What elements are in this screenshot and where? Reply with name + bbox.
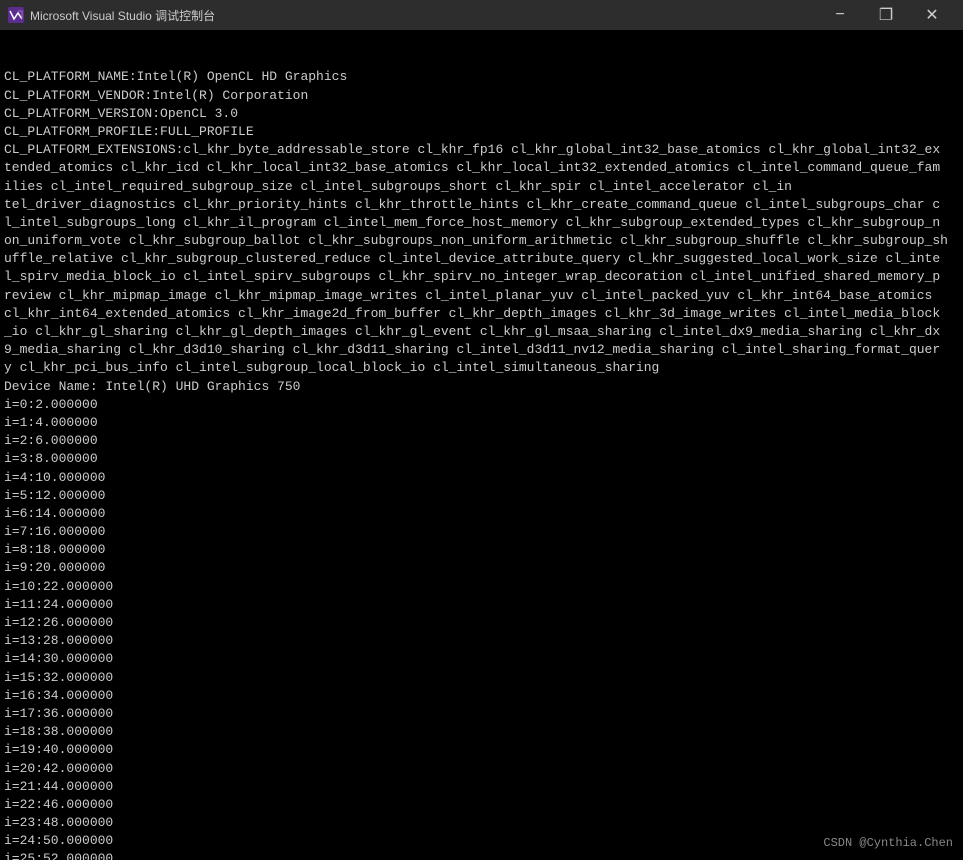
- console-line: i=9:20.000000: [4, 559, 959, 577]
- console-line: i=1:4.000000: [4, 414, 959, 432]
- console-line: uffle_relative cl_khr_subgroup_clustered…: [4, 250, 959, 268]
- console-line: review cl_khr_mipmap_image cl_khr_mipmap…: [4, 287, 959, 305]
- console-line: i=7:16.000000: [4, 523, 959, 541]
- console-line: i=21:44.000000: [4, 778, 959, 796]
- window-controls: − ❐ ✕: [817, 0, 955, 30]
- console-area: CL_PLATFORM_NAME:Intel(R) OpenCL HD Grap…: [0, 30, 963, 860]
- window-title: Microsoft Visual Studio 调试控制台: [30, 7, 215, 24]
- console-line: i=11:24.000000: [4, 596, 959, 614]
- console-line: i=15:32.000000: [4, 669, 959, 687]
- console-line: CL_PLATFORM_NAME:Intel(R) OpenCL HD Grap…: [4, 68, 959, 86]
- console-line: i=23:48.000000: [4, 814, 959, 832]
- console-line: tended_atomics cl_khr_icd cl_khr_local_i…: [4, 159, 959, 177]
- console-line: Device Name: Intel(R) UHD Graphics 750: [4, 378, 959, 396]
- console-line: i=20:42.000000: [4, 760, 959, 778]
- console-line: l_spirv_media_block_io cl_intel_spirv_su…: [4, 268, 959, 286]
- console-line: _io cl_khr_gl_sharing cl_khr_gl_depth_im…: [4, 323, 959, 341]
- console-line: ilies cl_intel_required_subgroup_size cl…: [4, 178, 959, 196]
- console-line: i=4:10.000000: [4, 469, 959, 487]
- console-line: l_intel_subgroups_long cl_khr_il_program…: [4, 214, 959, 232]
- console-line: CL_PLATFORM_PROFILE:FULL_PROFILE: [4, 123, 959, 141]
- console-line: i=24:50.000000: [4, 832, 959, 850]
- console-line: i=16:34.000000: [4, 687, 959, 705]
- console-line: i=17:36.000000: [4, 705, 959, 723]
- console-line: tel_driver_diagnostics cl_khr_priority_h…: [4, 196, 959, 214]
- console-line: i=12:26.000000: [4, 614, 959, 632]
- console-content: CL_PLATFORM_NAME:Intel(R) OpenCL HD Grap…: [0, 30, 963, 860]
- console-line: i=25:52.000000: [4, 850, 959, 860]
- console-line: i=10:22.000000: [4, 578, 959, 596]
- title-bar-left: Microsoft Visual Studio 调试控制台: [8, 7, 215, 24]
- console-line: i=14:30.000000: [4, 650, 959, 668]
- close-button[interactable]: ✕: [909, 0, 955, 30]
- console-line: i=6:14.000000: [4, 505, 959, 523]
- console-line: CL_PLATFORM_EXTENSIONS:cl_khr_byte_addre…: [4, 141, 959, 159]
- console-line: i=0:2.000000: [4, 396, 959, 414]
- console-line: 9_media_sharing cl_khr_d3d10_sharing cl_…: [4, 341, 959, 359]
- console-line: i=2:6.000000: [4, 432, 959, 450]
- vs-logo-icon: [8, 7, 24, 23]
- console-line: i=18:38.000000: [4, 723, 959, 741]
- console-line: i=3:8.000000: [4, 450, 959, 468]
- console-line: i=13:28.000000: [4, 632, 959, 650]
- console-line: CL_PLATFORM_VERSION:OpenCL 3.0: [4, 105, 959, 123]
- console-line: cl_khr_int64_extended_atomics cl_khr_ima…: [4, 305, 959, 323]
- console-line: CL_PLATFORM_VENDOR:Intel(R) Corporation: [4, 87, 959, 105]
- console-line: on_uniform_vote cl_khr_subgroup_ballot c…: [4, 232, 959, 250]
- console-line: i=8:18.000000: [4, 541, 959, 559]
- minimize-button[interactable]: −: [817, 0, 863, 30]
- restore-button[interactable]: ❐: [863, 0, 909, 30]
- title-bar: Microsoft Visual Studio 调试控制台 − ❐ ✕: [0, 0, 963, 30]
- watermark: CSDN @Cynthia.Chen: [823, 836, 953, 850]
- console-line: i=5:12.000000: [4, 487, 959, 505]
- console-line: i=19:40.000000: [4, 741, 959, 759]
- console-line: i=22:46.000000: [4, 796, 959, 814]
- console-line: y cl_khr_pci_bus_info cl_intel_subgroup_…: [4, 359, 959, 377]
